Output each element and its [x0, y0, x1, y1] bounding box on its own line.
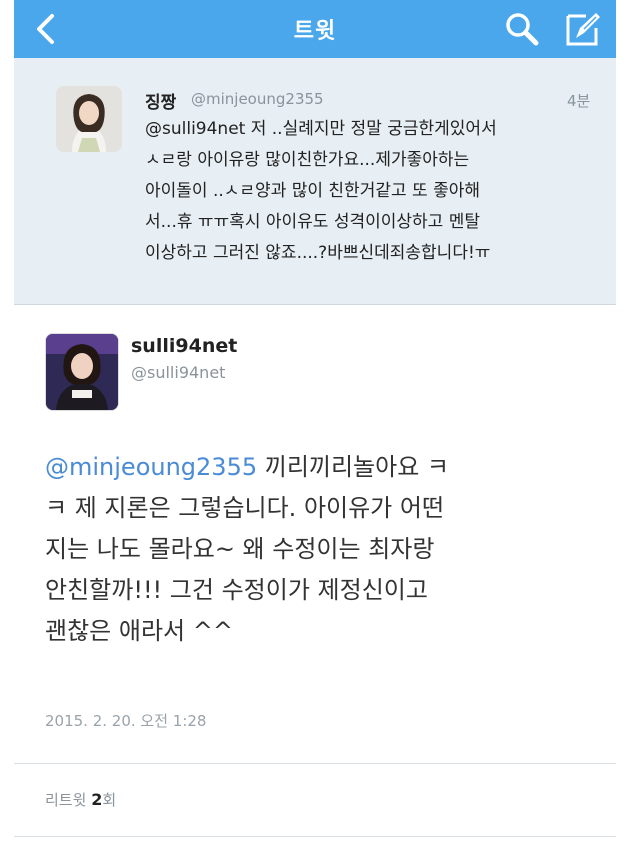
tweet-text-line: 지는 나도 몰라요~ 왜 수정이는 최자랑 [45, 535, 435, 563]
tweet-timestamp: 2015. 2. 20. 오전 1:28 [45, 712, 207, 730]
retweet-number: 2 [91, 790, 103, 809]
tweet-text: @minjeoung2355 끼리끼리놀아요 ㅋ ㅋ 제 지론은 그렇습니다. … [45, 447, 597, 652]
mention-link[interactable]: @minjeoung2355 [45, 453, 257, 481]
avatar[interactable] [45, 333, 119, 411]
main-tweet: sulli94net @sulli94net @minjeoung2355 끼리… [14, 305, 616, 847]
reply-author-handle[interactable]: @minjeoung2355 [191, 90, 324, 108]
page-title: 트윗 [293, 19, 337, 44]
in-reply-to-tweet[interactable]: 징짱 @minjeoung2355 4분 @sulli94net 저 ..실례지… [14, 58, 616, 305]
avatar-photo [46, 334, 118, 410]
reply-text-line: 이상하고 그러진 않죠....?바쁘신데죄송합니다!ㅠ [145, 243, 491, 263]
retweet-label: 리트윗 [45, 791, 87, 809]
divider [14, 836, 616, 837]
reply-text-line: 서...휴 ㅠㅠ혹시 아이유도 성격이이상하고 멘탈 [145, 212, 480, 232]
retweet-count[interactable]: 리트윗 2회 [45, 789, 116, 810]
reply-author-name[interactable]: 징짱 [145, 88, 176, 113]
compose-icon[interactable] [562, 8, 604, 50]
divider [14, 763, 616, 764]
tweet-text-line: 안친할까!!! 그건 수정이가 제정신이고 [45, 576, 428, 604]
tweet-author-name[interactable]: sulli94net [131, 335, 237, 357]
reply-text-line: @sulli94net 저 ..실례지만 정말 궁금한게있어서 [145, 119, 497, 139]
reply-text-line: ㅅㄹ랑 아이유랑 많이친한가요...제가좋아하는 [145, 150, 470, 170]
tweet-text-line: 끼리끼리놀아요 ㅋ [257, 453, 450, 481]
reply-text-line: 아이돌이 ..ㅅㄹ양과 많이 친한거같고 또 좋아해 [145, 181, 480, 201]
search-icon[interactable] [502, 9, 542, 49]
nav-bar: 트윗 [14, 0, 616, 58]
reply-text: @sulli94net 저 ..실례지만 정말 궁금한게있어서 ㅅㄹ랑 아이유랑… [145, 114, 597, 269]
tweet-text-line: ㅋ 제 지론은 그렇습니다. 아이유가 어떤 [45, 494, 445, 522]
chevron-left-icon[interactable] [28, 10, 64, 48]
tweet-text-line: 괜찮은 애라서 ^^ [45, 617, 233, 645]
avatar[interactable] [56, 86, 122, 152]
tweet-author-handle[interactable]: @sulli94net [131, 363, 225, 382]
reply-timestamp: 4분 [567, 92, 591, 110]
avatar-photo [56, 86, 122, 152]
retweet-suffix: 회 [102, 791, 117, 809]
